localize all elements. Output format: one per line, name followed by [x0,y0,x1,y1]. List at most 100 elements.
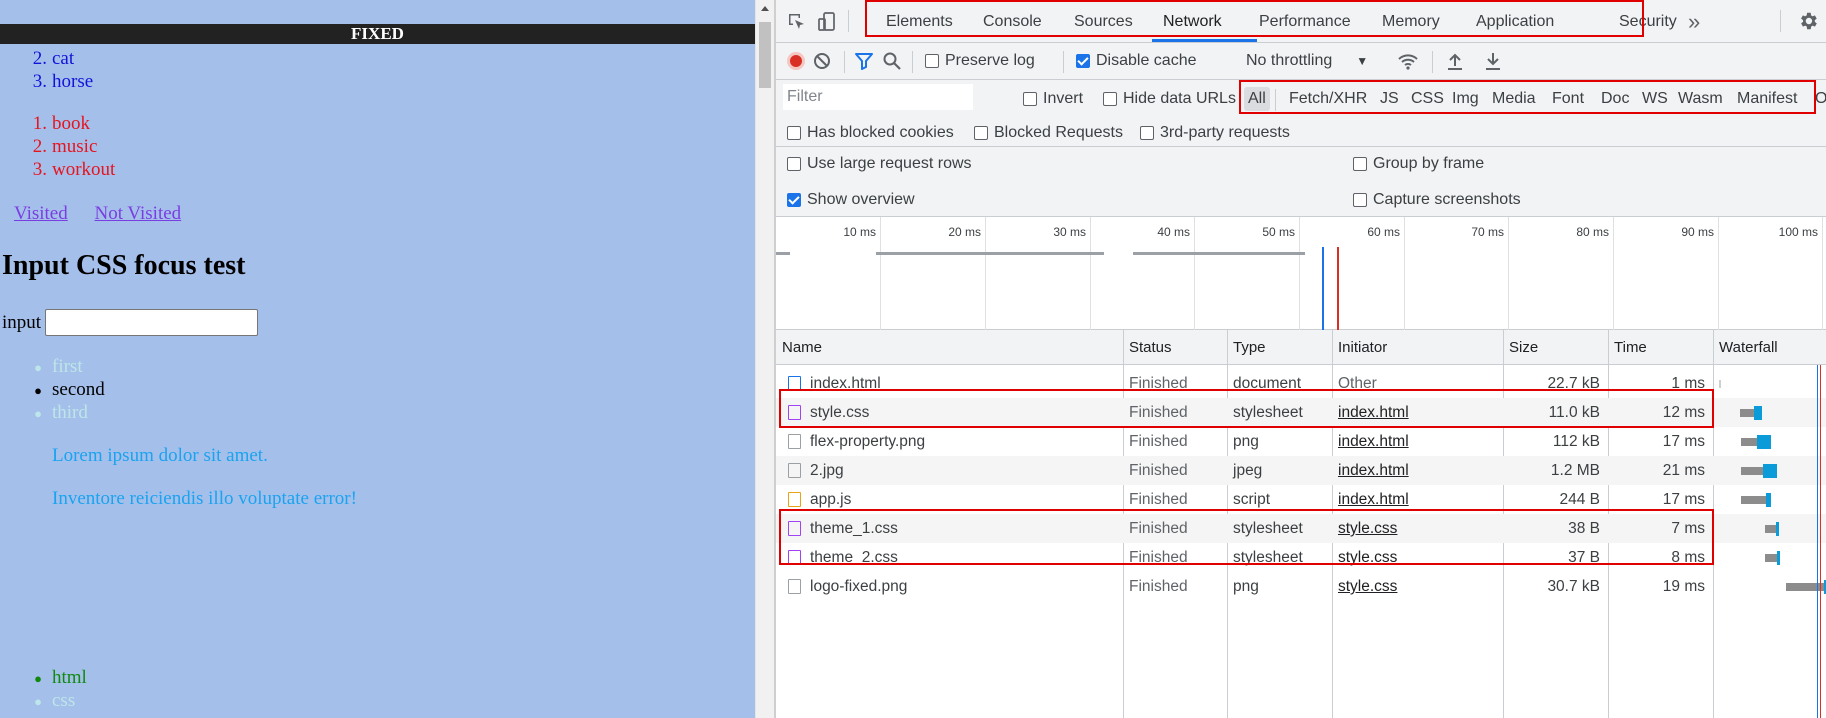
device-toolbar-icon[interactable] [816,11,838,33]
import-har-icon[interactable] [1446,51,1464,75]
initiator-link[interactable]: style.css [1338,514,1397,543]
more-tabs-icon[interactable]: » [1688,9,1700,35]
hide-data-urls-checkbox[interactable] [1103,92,1117,106]
invert-toggle[interactable]: Invert [1023,90,1083,108]
tab-console[interactable]: Console [983,13,1042,31]
initiator-link[interactable]: index.html [1338,456,1409,485]
table-row[interactable]: 2.jpg Finished jpeg index.html 1.2 MB 21… [776,456,1826,485]
waterfall-wait-bar [1786,583,1824,591]
list-text: music [52,136,98,157]
domcontentloaded-marker [1322,247,1324,330]
devtools-panel: Elements Console Sources Network Perform… [776,0,1826,718]
export-har-icon[interactable] [1484,51,1502,75]
tab-security[interactable]: Security [1619,13,1677,31]
initiator-link[interactable]: style.css [1338,543,1397,572]
table-row[interactable]: logo-fixed.png Finished png style.css 30… [776,572,1826,601]
cell-name: logo-fixed.png [810,578,908,595]
filter-type-fetch-xhr[interactable]: Fetch/XHR [1286,87,1370,111]
settings-gear-icon[interactable] [1797,10,1819,32]
tab-memory[interactable]: Memory [1382,13,1440,31]
column-header-size[interactable]: Size [1503,330,1538,365]
disable-cache-checkbox[interactable] [1076,54,1090,68]
column-header-time[interactable]: Time [1608,330,1647,365]
group-by-frame-checkbox[interactable] [1353,157,1367,171]
show-overview-checkbox[interactable] [787,193,801,207]
visited-link[interactable]: Visited [14,203,68,224]
filter-type-wasm[interactable]: Wasm [1675,87,1726,111]
search-icon[interactable] [882,51,902,75]
overview-tick-label: 90 ms [1681,225,1714,239]
throttling-select[interactable]: No throttling ▼ [1246,52,1368,70]
preserve-log-toggle[interactable]: Preserve log [925,52,1035,70]
table-row[interactable]: style.css Finished stylesheet index.html… [776,398,1826,427]
blocked-requests-checkbox[interactable] [974,126,988,140]
column-header-status[interactable]: Status [1123,330,1172,365]
network-conditions-icon[interactable] [1397,51,1419,75]
column-header-type[interactable]: Type [1227,330,1266,365]
capture-screenshots-toggle[interactable]: Capture screenshots [1353,191,1521,209]
filter-type-js[interactable]: JS [1377,87,1402,111]
third-party-requests-toggle[interactable]: 3rd-party requests [1140,124,1290,142]
waterfall-wait-bar [1741,496,1766,504]
filter-type-img[interactable]: Img [1449,87,1482,111]
initiator-link[interactable]: style.css [1338,572,1397,601]
filter-type-css[interactable]: CSS [1408,87,1447,111]
table-row[interactable]: theme_1.css Finished stylesheet style.cs… [776,514,1826,543]
filter-type-media[interactable]: Media [1489,87,1539,111]
show-overview-toggle[interactable]: Show overview [787,191,915,209]
text-input[interactable] [45,309,259,336]
column-header-initiator[interactable]: Initiator [1332,330,1387,365]
overview-request-bar [1133,252,1305,255]
inspect-element-icon[interactable] [786,11,808,33]
not-visited-link[interactable]: Not Visited [95,203,182,224]
tab-application[interactable]: Application [1476,13,1554,31]
initiator-link[interactable]: index.html [1338,398,1409,427]
filter-input[interactable]: Filter [783,84,973,110]
preserve-log-checkbox[interactable] [925,54,939,68]
overview-request-bar [876,252,1104,255]
disable-cache-toggle[interactable]: Disable cache [1076,52,1197,70]
blocked-requests-toggle[interactable]: Blocked Requests [974,124,1123,142]
tab-elements[interactable]: Elements [886,13,953,31]
tab-performance[interactable]: Performance [1259,13,1351,31]
invert-checkbox[interactable] [1023,92,1037,106]
hide-data-urls-toggle[interactable]: Hide data URLs [1103,90,1236,108]
filter-type-other[interactable]: O [1812,87,1826,111]
filter-type-manifest[interactable]: Manifest [1734,87,1800,111]
table-row[interactable]: index.html Finished document Other 22.7 … [776,369,1826,398]
initiator-link[interactable]: index.html [1338,427,1409,456]
filter-type-font[interactable]: Font [1549,87,1587,111]
large-rows-toggle[interactable]: Use large request rows [787,155,972,173]
image-icon [788,579,801,594]
has-blocked-cookies-toggle[interactable]: Has blocked cookies [787,124,954,142]
filter-type-ws[interactable]: WS [1639,87,1671,111]
large-rows-checkbox[interactable] [787,157,801,171]
script-icon [788,492,801,507]
table-row[interactable]: app.js Finished script index.html 244 B … [776,485,1826,514]
tab-network[interactable]: Network [1163,13,1222,31]
cell-name: theme_1.css [810,520,898,537]
waterfall-download-bar [1754,406,1762,420]
filter-icon[interactable] [854,51,874,75]
lorem-paragraph: Lorem ipsum dolor sit amet. [52,445,268,466]
scroll-up-icon[interactable] [761,6,769,11]
group-by-frame-toggle[interactable]: Group by frame [1353,155,1484,173]
capture-screenshots-checkbox[interactable] [1353,193,1367,207]
column-header-name[interactable]: Name [776,330,822,365]
cell-type: stylesheet [1233,520,1303,537]
waterfall-download-bar [1757,435,1771,449]
table-row[interactable]: theme_2.css Finished stylesheet style.cs… [776,543,1826,572]
third-party-requests-checkbox[interactable] [1140,126,1154,140]
overview-gridline [1404,217,1405,330]
scrollbar-thumb[interactable] [759,22,771,88]
column-header-waterfall[interactable]: Waterfall [1713,330,1778,365]
has-blocked-cookies-checkbox[interactable] [787,126,801,140]
table-row[interactable]: flex-property.png Finished png index.htm… [776,427,1826,456]
page-scrollbar[interactable] [755,0,774,718]
clear-icon[interactable] [812,51,832,75]
initiator-link[interactable]: index.html [1338,485,1409,514]
filter-type-all[interactable]: All [1244,87,1270,111]
tab-sources[interactable]: Sources [1074,13,1133,31]
record-icon[interactable] [787,52,805,70]
filter-type-doc[interactable]: Doc [1598,87,1632,111]
